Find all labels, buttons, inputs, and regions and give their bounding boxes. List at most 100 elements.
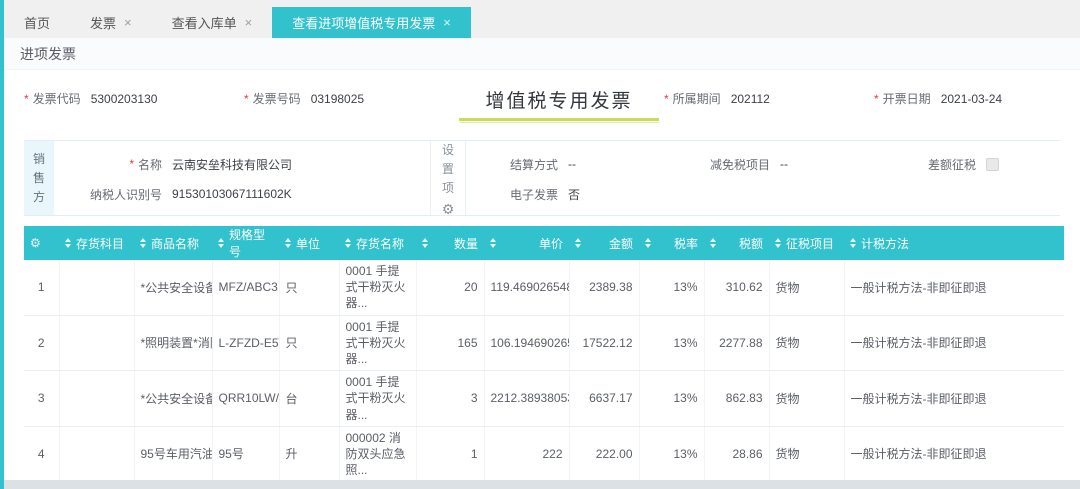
tab-invoice[interactable]: 发票 ×	[70, 7, 152, 38]
close-icon[interactable]: ×	[443, 15, 451, 30]
close-icon[interactable]: ×	[245, 15, 253, 30]
settings-panel-toggle[interactable]: 设置项 ⚙	[430, 141, 466, 216]
differential-tax-field: 差额征税	[928, 152, 1060, 176]
cell-unit-price: 2212.38938053	[484, 370, 570, 427]
header-quantity[interactable]: 数量	[416, 226, 484, 260]
seller-name-label: 名称	[137, 157, 162, 172]
header-amount[interactable]: 金额	[569, 226, 639, 260]
header-inventory-account[interactable]: 存货科目	[59, 226, 134, 260]
sort-icon	[575, 238, 581, 248]
seller-section: 销售方 * 名称 云南安垒科技有限公司 纳税人识别号 9153010306711…	[24, 140, 1060, 216]
horizontal-scrollbar-track[interactable]	[4, 480, 1080, 489]
period-field: * 所属期间 202112	[664, 86, 874, 107]
cell-tax-rate: 13%	[639, 260, 705, 316]
header-unit-price[interactable]: 单价	[484, 226, 569, 260]
left-accent-strip	[0, 0, 4, 489]
tab-bar: 首页 发票 × 查看入库单 × 查看进项增值税专用发票 ×	[4, 0, 1080, 38]
tax-exemption-field: 减免税项目 --	[710, 152, 928, 176]
header-inventory-name[interactable]: 存货名称	[339, 226, 416, 260]
invoice-number-value: 03198025	[310, 91, 365, 106]
sort-icon	[710, 238, 716, 248]
sort-icon	[285, 238, 291, 248]
taxpayer-id-field: 纳税人识别号 91530103067111602K	[54, 182, 430, 206]
cell-inventory-name: 0001 手提式干粉灭火器...	[339, 260, 417, 316]
invoice-title: 增值税专用发票	[485, 91, 633, 112]
invoice-meta: 结算方式 -- 电子发票 否 减免税项目 -- 差额征税	[466, 141, 1060, 215]
electronic-invoice-field: 电子发票 否	[510, 182, 710, 206]
cell-amount: 6637.17	[569, 370, 640, 427]
invoice-items-table: ⚙ 存货科目 商品名称 规格型号 单位 存货名称 数量 单价 金额 税率 税额 …	[24, 226, 1064, 489]
cell-quantity: 3	[416, 370, 485, 427]
cell-quantity: 20	[416, 260, 485, 316]
title-underline	[459, 118, 659, 123]
tab-home-label: 首页	[24, 16, 51, 31]
cell-product-name: *公共安全设备*S型	[134, 370, 213, 427]
invoice-form: * 发票代码 5300203130 * 发票号码 03198025 增值税专用发…	[4, 86, 1080, 489]
column-settings-button[interactable]: ⚙	[24, 226, 59, 260]
cell-tax-item: 货物	[769, 426, 845, 483]
header-tax-amount[interactable]: 税额	[704, 226, 769, 260]
header-product-name[interactable]: 商品名称	[134, 226, 212, 260]
row-number: 4	[24, 426, 60, 483]
header-tax-rate[interactable]: 税率	[639, 226, 704, 260]
required-marker: *	[664, 91, 669, 106]
invoice-date-label: 开票日期	[882, 92, 931, 106]
table-row[interactable]: 1 *公共安全设备*手提 MFZ/ABC3 只 0001 手提式干粉灭火器...…	[24, 260, 1064, 316]
cell-inventory-account	[59, 260, 135, 316]
cell-unit: 升	[279, 426, 340, 483]
cell-inventory-name: 0001 手提式干粉灭火器...	[339, 315, 417, 372]
invoice-code-value: 5300203130	[90, 91, 158, 106]
close-icon[interactable]: ×	[124, 15, 132, 30]
gear-icon: ⚙	[30, 236, 41, 250]
tab-view-input-vat-invoice[interactable]: 查看进项增值税专用发票 ×	[272, 7, 471, 38]
period-value: 202112	[730, 91, 770, 106]
cell-tax-method: 一般计税方法-非即征即退	[844, 370, 1064, 427]
sort-icon	[345, 238, 351, 248]
gear-icon[interactable]: ⚙	[442, 202, 455, 216]
period-label: 所属期间	[672, 92, 721, 106]
cell-product-name: *公共安全设备*手提	[134, 260, 213, 316]
cell-amount: 2389.38	[569, 260, 640, 316]
cell-tax-method: 一般计税方法-非即征即退	[844, 426, 1064, 483]
cell-tax-rate: 13%	[639, 370, 705, 427]
sort-icon	[490, 238, 496, 248]
table-row[interactable]: 3 *公共安全设备*S型 QRR10LW/S 台 0001 手提式干粉灭火器..…	[24, 370, 1064, 427]
tab-view-receipt[interactable]: 查看入库单 ×	[152, 7, 273, 38]
app-window: 首页 发票 × 查看入库单 × 查看进项增值税专用发票 × 进项发票 * 发票代…	[0, 0, 1080, 489]
differential-tax-checkbox[interactable]	[986, 157, 1000, 171]
sort-icon	[850, 238, 856, 248]
page-title: 进项发票	[20, 45, 76, 62]
cell-tax-rate: 13%	[639, 426, 705, 483]
cell-tax-amount: 2277.88	[704, 315, 770, 372]
sort-icon	[422, 238, 428, 248]
cell-unit: 只	[279, 260, 340, 316]
header-unit[interactable]: 单位	[279, 226, 339, 260]
required-marker: *	[24, 91, 29, 106]
cell-unit-price: 222	[484, 426, 570, 483]
sort-icon	[140, 238, 146, 248]
table-header-row: ⚙ 存货科目 商品名称 规格型号 单位 存货名称 数量 单价 金额 税率 税额 …	[24, 226, 1064, 260]
seller-fields: * 名称 云南安垒科技有限公司 纳税人识别号 91530103067111602…	[54, 141, 430, 215]
cell-quantity: 165	[416, 315, 485, 372]
header-tax-method[interactable]: 计税方法	[844, 226, 1064, 260]
cell-unit-price: 106.194690265	[484, 315, 570, 372]
cell-unit: 台	[279, 370, 340, 427]
header-spec-model[interactable]: 规格型号	[212, 226, 279, 260]
table-row[interactable]: 2 *照明装置*消防双头 L-ZFZD-E5W 只 0001 手提式干粉灭火器.…	[24, 315, 1064, 372]
cell-inventory-name: 000002 消防双头应急照...	[339, 426, 417, 483]
invoice-title-block: 增值税专用发票	[454, 86, 664, 123]
sort-icon	[775, 238, 781, 248]
invoice-header: * 发票代码 5300203130 * 发票号码 03198025 增值税专用发…	[24, 86, 1060, 130]
row-number: 2	[24, 315, 60, 372]
invoice-code-label: 发票代码	[32, 92, 81, 106]
cell-inventory-name: 0001 手提式干粉灭火器...	[339, 370, 417, 427]
seller-name-value: 云南安垒科技有限公司	[172, 157, 293, 172]
cell-inventory-account	[59, 370, 135, 427]
row-number: 3	[24, 370, 60, 427]
cell-spec-model: MFZ/ABC3	[212, 260, 280, 316]
header-tax-item[interactable]: 征税项目	[769, 226, 844, 260]
table-row[interactable]: 4 95号车用汽油（VI） 95号 升 000002 消防双头应急照... 1 …	[24, 426, 1064, 483]
tab-home[interactable]: 首页	[4, 7, 70, 38]
cell-tax-item: 货物	[769, 315, 845, 372]
cell-tax-amount: 28.86	[704, 426, 770, 483]
